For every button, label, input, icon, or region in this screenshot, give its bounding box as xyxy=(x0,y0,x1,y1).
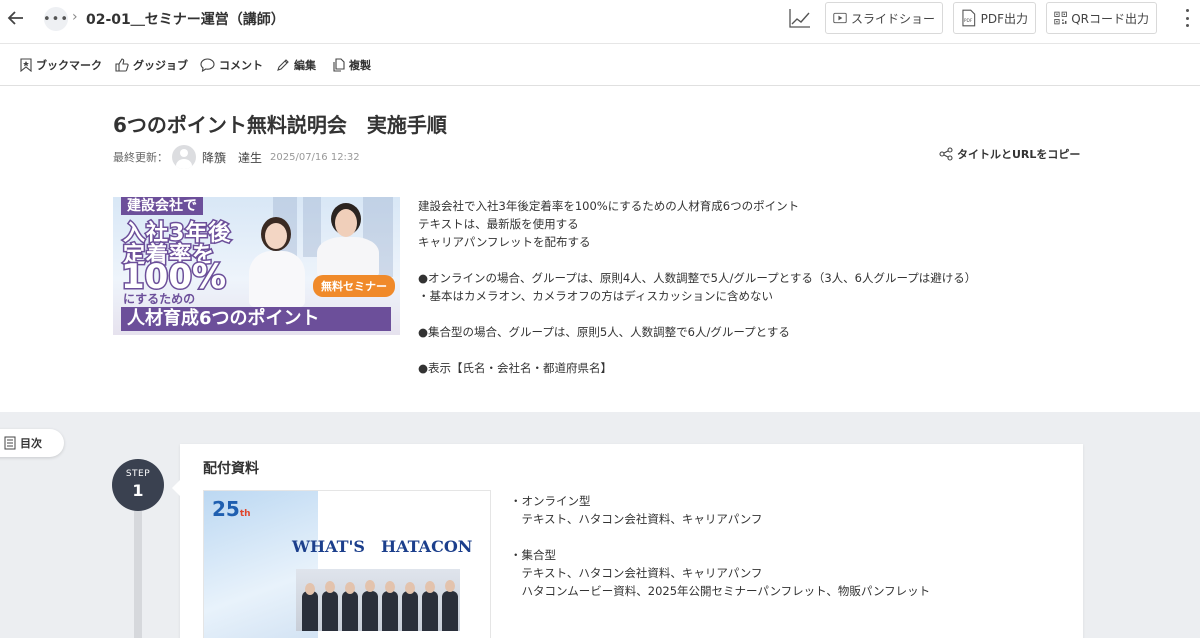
table-of-contents-label: 目次 xyxy=(20,437,42,450)
kebab-menu-icon[interactable] xyxy=(1180,6,1194,30)
edit-button[interactable]: 編集 xyxy=(276,57,316,73)
copy-title-url-label: タイトルとURLをコピー xyxy=(957,148,1081,161)
svg-text:PDF: PDF xyxy=(964,18,973,24)
bookmark-icon xyxy=(20,58,32,72)
description-line xyxy=(418,341,1118,359)
pdf-export-label: PDF出力 xyxy=(980,11,1028,26)
banner-footer-text: 人材育成6つのポイント xyxy=(121,307,391,331)
comment-button[interactable]: コメント xyxy=(200,57,263,73)
page-title: 6つのポイント無料説明会 実施手順 xyxy=(113,113,447,137)
chevron-right-icon: › xyxy=(72,9,78,25)
duplicate-button[interactable]: 複製 xyxy=(332,57,371,73)
share-icon xyxy=(939,147,953,161)
description-line xyxy=(418,251,1118,269)
step-timeline xyxy=(134,510,142,638)
seminar-banner-image: 建設会社で 入社3年後 定着率を 100% にするための 無料セミナー 人材育成… xyxy=(113,197,400,335)
steps-section: 目次 STEP 1 配付資料 25th WHAT'S HATACON ・オンライ… xyxy=(0,412,1200,638)
group-photo xyxy=(296,569,460,631)
step-content-line: ハタコンムービー資料、2025年公開セミナーパンフレット、物販パンフレット xyxy=(510,584,931,598)
description-line: 建設会社で入社3年後定着率を100%にするための人材育成6つのポイント xyxy=(418,199,800,213)
banner-text-line: にするための xyxy=(123,292,196,306)
comment-label: コメント xyxy=(219,59,263,72)
copy-title-url-button[interactable]: タイトルとURLをコピー xyxy=(939,146,1080,162)
anniversary-suffix: th xyxy=(239,509,251,519)
step-label: STEP xyxy=(125,469,151,479)
step-content-line: テキスト、ハタコン会社資料、キャリアパンフ xyxy=(510,566,763,580)
author-name[interactable]: 降籏 達生 xyxy=(202,149,262,166)
pdf-export-button[interactable]: PDF PDF出力 xyxy=(953,2,1036,34)
step-content-line: テキスト、ハタコン会社資料、キャリアパンフ xyxy=(510,512,763,526)
thumbs-up-icon xyxy=(115,58,129,72)
description-line: ●集合型の場合、グループは、原則5人、人数調整で6人/グループとする xyxy=(418,325,790,339)
action-bar: ブックマーク グッジョブ コメント 編集 複製 xyxy=(0,44,1200,86)
breadcrumb-title[interactable]: 02-01＿セミナー運営（講師） xyxy=(86,9,285,29)
step-content: ・オンライン型 テキスト、ハタコン会社資料、キャリアパンフ ・集合型 テキスト、… xyxy=(510,492,930,600)
description-line: ●表示【氏名・会社名・都道府県名】 xyxy=(418,361,613,375)
article-meta: 最終更新： 降籏 達生 2025/07/16 12:32 xyxy=(113,145,360,169)
qr-code-icon xyxy=(1054,11,1067,25)
qr-export-label: QRコード出力 xyxy=(1071,11,1149,26)
hatacon-brochure-image: 25th WHAT'S HATACON xyxy=(203,490,491,638)
step-content-line: ・集合型 xyxy=(510,548,556,562)
more-options-button[interactable]: ••• xyxy=(43,7,68,31)
author-avatar[interactable] xyxy=(172,145,196,169)
pdf-file-icon: PDF xyxy=(962,9,976,27)
good-job-button[interactable]: グッジョブ xyxy=(115,57,188,73)
step-number: 1 xyxy=(132,481,144,500)
step-content-line: ・オンライン型 xyxy=(510,494,591,508)
updated-timestamp: 2025/07/16 12:32 xyxy=(270,151,360,163)
table-of-contents-button[interactable]: 目次 xyxy=(0,429,64,457)
copy-document-icon xyxy=(333,58,345,72)
updated-label: 最終更新： xyxy=(113,151,168,164)
description-line: ・基本はカメラオン、カメラオフの方はディスカッションに含めない xyxy=(418,289,774,303)
bookmark-button[interactable]: ブックマーク xyxy=(20,57,102,73)
qr-export-button[interactable]: QRコード出力 xyxy=(1046,2,1157,34)
banner-tag-text: 建設会社で xyxy=(121,197,203,215)
description-line: テキストは、最新版を使用する xyxy=(418,217,579,231)
step-content-line xyxy=(510,528,930,546)
speech-bubble-icon xyxy=(200,58,215,72)
description-line: キャリアパンフレットを配布する xyxy=(418,235,591,249)
list-document-icon xyxy=(4,436,16,450)
back-arrow-icon[interactable] xyxy=(6,8,26,28)
description-line xyxy=(418,305,1118,323)
slideshow-icon xyxy=(833,12,847,24)
article-description: 建設会社で入社3年後定着率を100%にするための人材育成6つのポイント テキスト… xyxy=(418,197,1118,377)
edit-label: 編集 xyxy=(294,59,316,72)
brochure-heading: WHAT'S HATACON xyxy=(292,537,473,556)
anniversary-number: 25 xyxy=(212,497,240,521)
anniversary-badge: 25th xyxy=(212,497,251,521)
slideshow-button[interactable]: スライドショー xyxy=(825,2,943,34)
good-job-label: グッジョブ xyxy=(133,59,188,72)
step-title: 配付資料 xyxy=(203,461,259,477)
step-card: 配付資料 25th WHAT'S HATACON ・オンライン型 テキスト、ハタ… xyxy=(172,444,1083,638)
slideshow-label: スライドショー xyxy=(850,11,935,26)
analytics-chart-icon[interactable] xyxy=(788,7,812,29)
pencil-icon xyxy=(277,59,289,71)
top-bar: ••• › 02-01＿セミナー運営（講師） スライドショー PDF PDF出力… xyxy=(0,0,1200,44)
free-seminar-badge: 無料セミナー xyxy=(313,275,395,297)
duplicate-label: 複製 xyxy=(349,59,371,72)
description-line: ●オンラインの場合、グループは、原則4人、人数調整で5人/グループとする（3人、… xyxy=(418,271,977,285)
bookmark-label: ブックマーク xyxy=(36,59,102,72)
step-number-badge: STEP 1 xyxy=(112,459,164,511)
